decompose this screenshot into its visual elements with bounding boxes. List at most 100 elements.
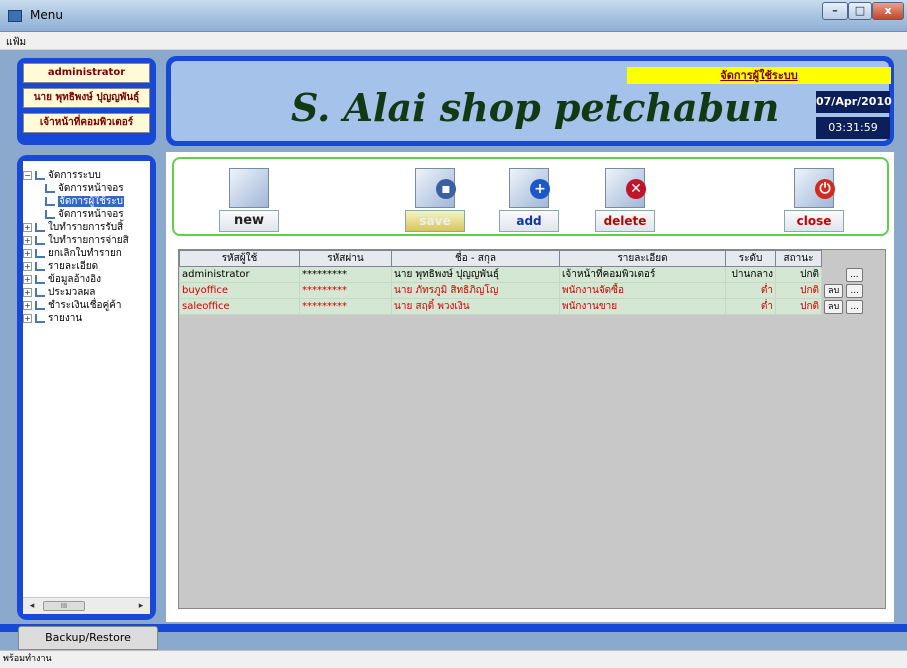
new-button[interactable]: new — [219, 168, 279, 232]
col-header-level[interactable]: ระดับ — [725, 250, 776, 267]
tree-item[interactable]: + ใบทำรายการจ่ายสิ — [23, 234, 150, 247]
more-button[interactable]: ... — [846, 283, 864, 298]
cell-level[interactable]: ปานกลาง — [725, 266, 776, 283]
expand-icon[interactable]: + — [23, 300, 32, 310]
users-grid: รหัสผู้ใช้ รหัสผ่าน ชื่อ - สกุล รายละเอี… — [178, 249, 886, 609]
cell-userid[interactable]: buyoffice — [179, 282, 300, 299]
backup-restore-tab[interactable]: Backup/Restore — [18, 626, 158, 650]
row-actions: ลบ ... — [821, 298, 868, 315]
cell-status[interactable]: ปกติ — [775, 282, 822, 299]
tree-item[interactable]: + รายงาน — [23, 312, 150, 325]
cell-level[interactable]: ต่ำ — [725, 282, 776, 299]
navigation-tree: − จัดการระบบ จัดการหน้าจอร จัดการผู้ใช้ระบจ… — [23, 169, 150, 325]
delete-row-button[interactable]: ลบ — [824, 283, 844, 298]
cell-password[interactable]: ********* — [299, 298, 392, 315]
tree-item-label: ประมวลผล — [48, 287, 96, 298]
save-button[interactable]: ▪ save — [405, 168, 465, 232]
tree-item[interactable]: จัดการหน้าจอร — [23, 208, 150, 221]
shop-name: S. Alai shop petchabun — [291, 85, 780, 130]
new-document-icon — [229, 168, 269, 208]
more-button[interactable]: ... — [846, 299, 864, 314]
tree-item[interactable]: จัดการหน้าจอร — [23, 182, 150, 195]
expand-icon[interactable]: + — [23, 222, 32, 232]
scroll-thumb[interactable]: III — [43, 601, 85, 611]
tree-item[interactable]: − จัดการระบบ — [23, 169, 150, 182]
tree-item[interactable]: + ข้อมูลอ้างอิง — [23, 273, 150, 286]
tree-item[interactable]: + รายละเอียด — [23, 260, 150, 273]
close-window-button[interactable]: x — [872, 2, 904, 20]
col-header-userid[interactable]: รหัสผู้ใช้ — [179, 250, 300, 267]
cell-level[interactable]: ต่ำ — [725, 298, 776, 315]
horizontal-scrollbar[interactable]: ◂ III ▸ — [23, 597, 150, 614]
scroll-left-icon[interactable]: ◂ — [26, 600, 38, 612]
cell-detail[interactable]: พนักงานจัดซื้อ — [559, 282, 726, 299]
tree-node-icon — [35, 300, 45, 310]
tree-item[interactable]: จัดการผู้ใช้ระบ — [23, 195, 150, 208]
expand-icon[interactable]: + — [23, 248, 32, 258]
menu-file[interactable]: แฟ้ม — [6, 35, 26, 50]
tree-node-icon — [35, 313, 45, 323]
tree-node-icon — [35, 248, 45, 258]
more-button[interactable]: ... — [846, 267, 863, 282]
cell-password[interactable]: ********* — [299, 266, 392, 283]
cell-fullname[interactable]: นาย ภัทรภูมิ สิทธิภิญโญ — [391, 282, 560, 299]
header-banner: S. Alai shop petchabun จัดการผู้ใช้ระบบ … — [166, 56, 894, 146]
tree-node-icon — [45, 183, 55, 193]
expand-icon[interactable]: + — [23, 313, 32, 323]
expand-icon[interactable]: + — [23, 274, 32, 284]
cell-detail[interactable]: พนักงานขาย — [559, 298, 726, 315]
tree-node-icon — [35, 222, 45, 232]
maximize-button[interactable]: □ — [848, 2, 872, 20]
cell-status[interactable]: ปกติ — [775, 298, 822, 315]
user-position: เจ้าหน้าที่คอมพิวเตอร์ — [23, 113, 150, 133]
tree-item-label: รายงาน — [48, 313, 83, 324]
minimize-button[interactable]: – — [822, 2, 848, 20]
cell-password[interactable]: ********* — [299, 282, 392, 299]
menubar: แฟ้ม — [0, 32, 907, 50]
delete-label: delete — [595, 210, 655, 232]
cell-fullname[interactable]: นาย พุทธิพงษ์ ปุญญพันธุ์ — [391, 266, 560, 283]
new-label: new — [219, 210, 279, 232]
cell-userid[interactable]: administrator — [179, 266, 300, 283]
col-header-status[interactable]: สถานะ — [775, 250, 822, 267]
tree-item-label: ใบทำรายการจ่ายสิ — [48, 235, 129, 246]
scroll-right-icon[interactable]: ▸ — [135, 600, 147, 612]
tree-item[interactable]: + ยกเลิกใบทำรายก — [23, 247, 150, 260]
tree-item-label: ยกเลิกใบทำรายก — [48, 248, 122, 259]
expand-icon[interactable]: + — [23, 261, 32, 271]
delete-button[interactable]: ✕ delete — [595, 168, 655, 232]
sidebar: − จัดการระบบ จัดการหน้าจอร จัดการผู้ใช้ระบจ… — [17, 155, 156, 620]
tree-item[interactable]: + ชำระเงินเชื่อคู่ค้า — [23, 299, 150, 312]
save-label: save — [405, 210, 465, 232]
page-title: จัดการผู้ใช้ระบบ — [627, 67, 891, 84]
delete-row-button[interactable]: ลบ — [824, 299, 844, 314]
add-button[interactable]: + add — [499, 168, 559, 232]
tree-node-icon — [35, 170, 45, 180]
expand-icon[interactable]: + — [23, 287, 32, 297]
tree-item-label: จัดการหน้าจอร — [58, 183, 124, 194]
col-header-detail[interactable]: รายละเอียด — [559, 250, 726, 267]
expand-icon[interactable]: + — [23, 235, 32, 245]
tree-item-label: จัดการหน้าจอร — [58, 209, 124, 220]
current-time: 03:31:59 — [816, 117, 890, 139]
close-button[interactable]: ⏻ close — [784, 168, 844, 232]
header-inner: S. Alai shop petchabun จัดการผู้ใช้ระบบ … — [171, 61, 892, 141]
tree-node-icon — [45, 196, 55, 206]
tree-item[interactable]: + ใบทำรายการรับสิ้ — [23, 221, 150, 234]
delete-x-icon: ✕ — [605, 168, 646, 208]
table-row[interactable]: saleoffice ********* นาย สฤติ์ พวงเงิน พ… — [179, 298, 868, 315]
table-row[interactable]: buyoffice ********* นาย ภัทรภูมิ สิทธิภิ… — [179, 282, 868, 299]
col-header-password[interactable]: รหัสผ่าน — [299, 250, 392, 267]
tree-item-label: จัดการระบบ — [48, 170, 101, 181]
tree-node-icon — [35, 235, 45, 245]
collapse-icon[interactable]: − — [23, 170, 32, 180]
table-row[interactable]: administrator ********* นาย พุทธิพงษ์ ปุ… — [179, 266, 868, 283]
tree-node-icon — [35, 287, 45, 297]
col-header-fullname[interactable]: ชื่อ - สกุล — [391, 250, 560, 267]
cell-fullname[interactable]: นาย สฤติ์ พวงเงิน — [391, 298, 560, 315]
cell-detail[interactable]: เจ้าหน้าที่คอมพิวเตอร์ — [559, 266, 726, 283]
cell-userid[interactable]: saleoffice — [179, 298, 300, 315]
cell-status[interactable]: ปกติ — [775, 266, 822, 283]
tree-item[interactable]: + ประมวลผล — [23, 286, 150, 299]
power-icon: ⏻ — [794, 168, 835, 208]
